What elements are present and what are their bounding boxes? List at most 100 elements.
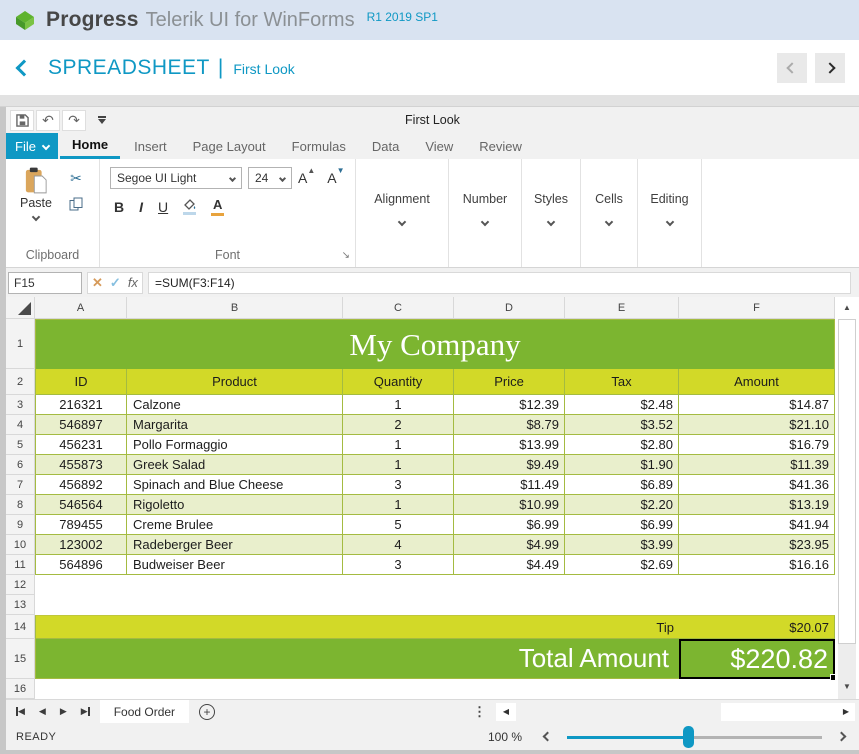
cell[interactable]: 3 [343,475,454,495]
tab-home[interactable]: Home [60,133,121,159]
increase-font-button[interactable]: A▲ [298,166,321,186]
last-sheet-button[interactable]: ▶ [81,706,90,717]
row-header[interactable]: 5 [6,435,35,455]
cell[interactable]: $6.89 [565,475,679,495]
previous-example-button[interactable] [777,52,807,83]
tip-label-cell[interactable]: Tip [565,615,679,639]
next-example-button[interactable] [815,52,845,83]
tip-value-cell[interactable]: $20.07 [679,615,835,639]
row-header[interactable]: 8 [6,495,35,515]
cell[interactable]: $2.20 [565,495,679,515]
cell[interactable]: $4.99 [454,535,565,555]
scroll-down-icon[interactable]: ▼ [835,682,859,691]
sheet-tab-food-order[interactable]: Food Order [99,700,190,723]
tab-view[interactable]: View [413,133,465,159]
row-header[interactable]: 3 [6,395,35,415]
cells-group-button[interactable]: Cells [581,159,638,267]
cell[interactable]: $16.79 [679,435,835,455]
cell[interactable]: 455873 [35,455,127,475]
zoom-slider-thumb[interactable] [683,725,694,748]
cancel-entry-button[interactable]: ✕ [92,275,103,291]
cell[interactable]: 564896 [35,555,127,575]
zoom-out-chevron[interactable] [542,731,553,742]
zoom-in-chevron[interactable] [836,731,847,742]
row-header[interactable]: 2 [6,369,35,395]
cell[interactable]: $41.36 [679,475,835,495]
row-header[interactable]: 13 [6,595,35,615]
empty-cells[interactable] [35,595,835,615]
company-title-cell[interactable]: My Company [35,319,835,369]
cell[interactable]: $3.52 [565,415,679,435]
cell[interactable]: $21.10 [679,415,835,435]
header-cell[interactable]: Tax [565,369,679,395]
column-header-c[interactable]: C [343,297,454,319]
bold-button[interactable]: B [114,200,124,214]
cell[interactable]: 546897 [35,415,127,435]
cell[interactable]: $13.99 [454,435,565,455]
styles-group-button[interactable]: Styles [522,159,581,267]
cell[interactable]: $2.48 [565,395,679,415]
cell[interactable]: 123002 [35,535,127,555]
row-header[interactable]: 12 [6,575,35,595]
italic-button[interactable]: I [139,200,143,214]
cell[interactable]: $2.69 [565,555,679,575]
cell[interactable]: $41.94 [679,515,835,535]
cell[interactable]: 1 [343,495,454,515]
empty-cells[interactable] [35,575,835,595]
cell[interactable]: Margarita [127,415,343,435]
fill-color-button[interactable] [183,199,197,215]
cell[interactable]: Spinach and Blue Cheese [127,475,343,495]
cell[interactable]: Rigoletto [127,495,343,515]
next-sheet-button[interactable]: ▶ [60,706,67,717]
cell[interactable]: 3 [343,555,454,575]
cell[interactable]: $8.79 [454,415,565,435]
horizontal-scroll-track[interactable] [516,703,721,721]
font-dialog-launcher-icon[interactable]: ↘ [342,251,350,261]
row-header[interactable]: 4 [6,415,35,435]
cell[interactable]: 2 [343,415,454,435]
undo-button[interactable]: ↶ [36,109,60,131]
cell[interactable]: $1.90 [565,455,679,475]
cell[interactable]: $9.49 [454,455,565,475]
cell[interactable] [127,615,343,639]
row-header[interactable]: 7 [6,475,35,495]
cell[interactable]: Greek Salad [127,455,343,475]
back-chevron-icon[interactable] [15,59,33,76]
cell[interactable]: $12.39 [454,395,565,415]
cell[interactable]: $11.49 [454,475,565,495]
scroll-left-button[interactable]: ◀ [496,702,516,721]
cell[interactable]: Creme Brulee [127,515,343,535]
cell[interactable]: 1 [343,455,454,475]
cell[interactable]: $14.87 [679,395,835,415]
cell[interactable]: $2.80 [565,435,679,455]
header-cell[interactable]: ID [35,369,127,395]
zoom-slider[interactable] [567,725,822,748]
insert-function-button[interactable]: fx [128,275,138,290]
alignment-group-button[interactable]: Alignment [356,159,449,267]
horizontal-scroll-thumb[interactable]: ▶ [721,702,855,721]
font-color-button[interactable]: A [211,198,225,216]
splitter-grip-icon[interactable]: ⋮ [473,704,486,720]
column-header-b[interactable]: B [127,297,343,319]
cell[interactable]: Pollo Formaggio [127,435,343,455]
scroll-up-icon[interactable]: ▲ [835,303,859,312]
tab-page-layout[interactable]: Page Layout [181,133,278,159]
first-sheet-button[interactable]: ◀ [16,706,25,717]
cell[interactable]: $6.99 [454,515,565,535]
header-cell[interactable]: Quantity [343,369,454,395]
redo-button[interactable]: ↷ [62,109,86,131]
cell[interactable]: $11.39 [679,455,835,475]
editing-group-button[interactable]: Editing [638,159,702,267]
row-header[interactable]: 15 [6,639,35,679]
tab-review[interactable]: Review [467,133,534,159]
row-header[interactable]: 14 [6,615,35,639]
row-header[interactable]: 16 [6,679,35,699]
cell[interactable]: Budweiser Beer [127,555,343,575]
save-button[interactable] [10,109,34,131]
cell[interactable] [454,615,565,639]
cell[interactable] [343,615,454,639]
cell[interactable] [35,615,127,639]
cell[interactable]: $4.49 [454,555,565,575]
row-header[interactable]: 11 [6,555,35,575]
header-cell[interactable]: Price [454,369,565,395]
